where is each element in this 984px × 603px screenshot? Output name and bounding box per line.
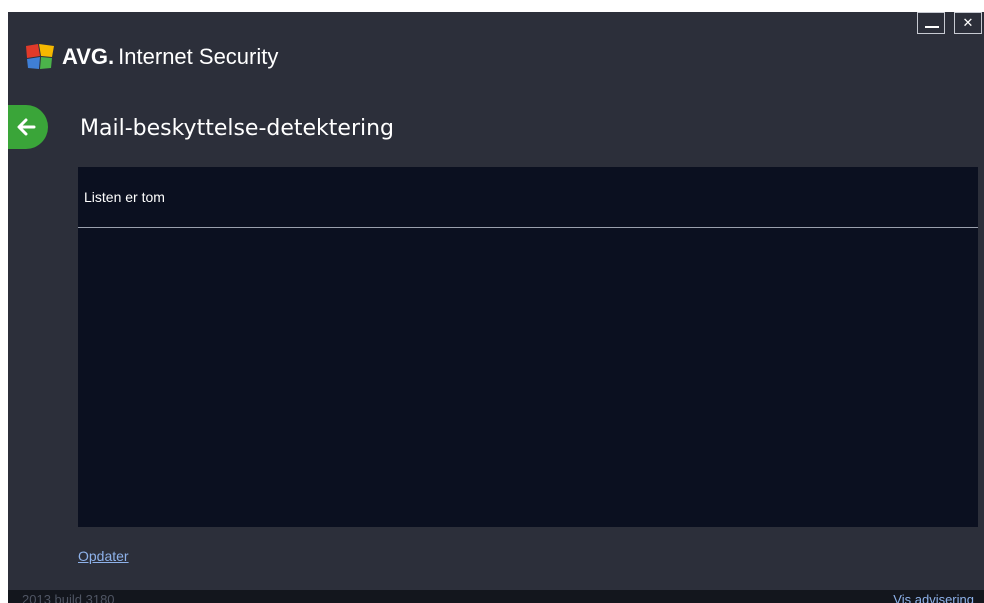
minimize-button[interactable] [917,12,945,34]
detections-list: Listen er tom [78,167,978,527]
brand-name: AVG [62,44,109,69]
empty-list-message: Listen er tom [84,189,165,205]
minimize-icon [925,26,939,28]
close-button[interactable]: ✕ [954,12,982,34]
close-icon: ✕ [962,15,974,31]
title-bar: AVG. Internet Security ✕ [8,12,984,102]
status-bar: 2013 build 3180 Vis advisering [8,590,984,603]
build-version: 2013 build 3180 [22,592,115,603]
page-title: Mail-beskyttelse-detektering [80,116,395,141]
brand-dot: . [108,44,115,69]
arrow-left-icon [17,118,36,136]
avg-logo-icon [24,42,58,70]
app-window: AVG. Internet Security ✕ Mail-beskyttelse… [8,12,984,603]
show-notification-link[interactable]: Vis advisering [893,592,974,603]
list-header: Listen er tom [78,167,978,229]
list-divider [78,227,978,228]
update-link[interactable]: Opdater [78,548,129,564]
product-name: Internet Security [118,44,279,69]
app-title: AVG. Internet Security [62,42,278,72]
back-button[interactable] [8,105,48,149]
